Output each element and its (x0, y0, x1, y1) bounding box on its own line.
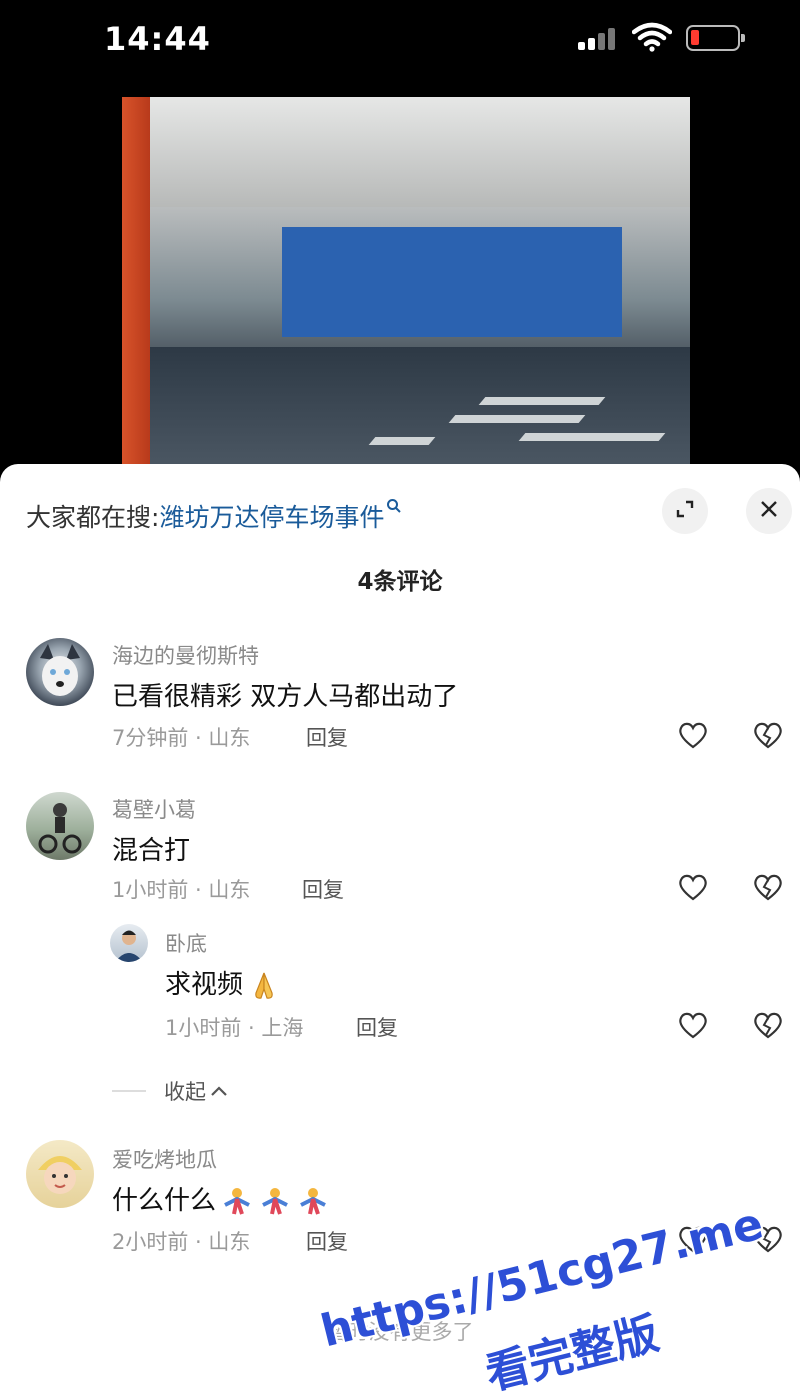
collapse-replies-button[interactable]: 收起 (112, 1076, 228, 1106)
comment-item: 葛壁小葛 混合打 1小时前 · 山东 回复 (0, 790, 800, 920)
comment-meta: 7分钟前 · 山东 (112, 726, 251, 750)
dancing-figure-emoji-icon (258, 1187, 292, 1217)
avatar[interactable] (26, 792, 94, 860)
comment-text: 已看很精彩 双方人马都出动了 (112, 682, 459, 712)
broken-heart-icon[interactable] (752, 872, 784, 902)
heart-icon[interactable] (677, 1010, 709, 1040)
video-thumbnail[interactable] (122, 97, 690, 467)
reply-item: 卧底 求视频 1小时前 · 上海 回复 (0, 924, 800, 1054)
comment-text: 求视频 (165, 964, 281, 1001)
comment-username[interactable]: 葛壁小葛 (112, 794, 196, 824)
expand-icon (674, 498, 696, 524)
search-prefix: 大家都在搜: (26, 503, 160, 532)
reply-button[interactable]: 回复 (306, 722, 348, 752)
comment-username[interactable]: 海边的曼彻斯特 (112, 640, 259, 670)
avatar[interactable] (26, 1140, 94, 1208)
expand-button[interactable] (662, 488, 708, 534)
search-suggestion[interactable]: 大家都在搜: 潍坊万达停车场事件 (26, 496, 402, 536)
collapse-label: 收起 (164, 1080, 206, 1104)
comment-text-body: 求视频 (165, 970, 244, 1000)
heart-icon[interactable] (677, 720, 709, 750)
signal-icon (578, 26, 622, 50)
comment-meta: 1小时前 · 山东 (112, 878, 251, 902)
comment-username[interactable]: 爱吃烤地瓜 (112, 1144, 217, 1174)
battery-icon (686, 25, 745, 51)
comment-text-body: 什么什么 (112, 1186, 217, 1216)
heart-icon[interactable] (677, 872, 709, 902)
reply-button[interactable]: 回复 (356, 1012, 398, 1042)
reply-button[interactable]: 回复 (302, 874, 344, 904)
status-bar: 14:44 (0, 0, 800, 80)
comment-text: 什么什么 (112, 1180, 330, 1217)
praying-hands-emoji-icon (247, 971, 281, 1001)
search-term-link[interactable]: 潍坊万达停车场事件 (159, 498, 384, 534)
avatar[interactable] (110, 924, 148, 962)
close-icon (759, 499, 779, 523)
status-time: 14:44 (104, 20, 211, 58)
close-button[interactable] (746, 488, 792, 534)
broken-heart-icon[interactable] (752, 720, 784, 750)
comment-meta: 2小时前 · 山东 (112, 1230, 251, 1254)
divider (112, 1090, 146, 1092)
comment-item: 海边的曼彻斯特 已看很精彩 双方人马都出动了 7分钟前 · 山东 回复 (0, 636, 800, 766)
comment-text: 混合打 (112, 836, 191, 866)
comment-username[interactable]: 卧底 (165, 928, 207, 958)
comment-count: 4条评论 (357, 569, 443, 595)
watermark-overlay: https://51cg27.me 看完整版 (310, 1180, 800, 1400)
avatar[interactable] (26, 638, 94, 706)
comment-meta: 1小时前 · 上海 (165, 1016, 304, 1040)
dancing-figure-emoji-icon (220, 1187, 254, 1217)
broken-heart-icon[interactable] (752, 1010, 784, 1040)
chevron-up-icon (210, 1082, 228, 1101)
search-icon (386, 498, 402, 519)
wifi-icon (631, 22, 673, 52)
